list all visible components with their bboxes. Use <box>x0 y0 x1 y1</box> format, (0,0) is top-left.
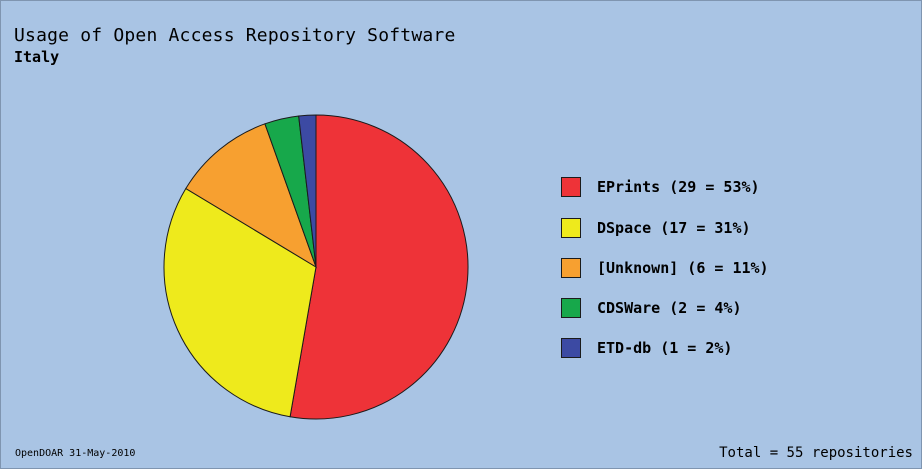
pie-chart <box>163 114 469 420</box>
total-repositories: Total = 55 repositories <box>719 445 913 461</box>
pie-slice-eprints <box>289 114 469 420</box>
legend-swatch-cdsware <box>561 298 581 318</box>
legend-label-cdsware: CDSWare (2 = 4%) <box>597 299 742 317</box>
legend-label-eprints: EPrints (29 = 53%) <box>597 178 760 196</box>
legend-swatch-unknown <box>561 258 581 278</box>
legend-swatch-eprints <box>561 177 581 197</box>
legend-item-dspace: DSpace (17 = 31%) <box>561 216 751 240</box>
legend-item-cdsware: CDSWare (2 = 4%) <box>561 296 742 320</box>
legend-item-etd-db: ETD-db (1 = 2%) <box>561 336 732 360</box>
legend-swatch-dspace <box>561 218 581 238</box>
legend-label-dspace: DSpace (17 = 31%) <box>597 219 751 237</box>
legend-item-eprints: EPrints (29 = 53%) <box>561 175 760 199</box>
legend-item-unknown: [Unknown] (6 = 11%) <box>561 256 769 280</box>
legend-swatch-etd-db <box>561 338 581 358</box>
source-note: OpenDOAR 31-May-2010 <box>15 448 136 459</box>
chart-panel: Usage of Open Access Repository Software… <box>0 0 922 469</box>
legend-label-etd-db: ETD-db (1 = 2%) <box>597 339 733 357</box>
legend-label-unknown: [Unknown] (6 = 11%) <box>597 259 769 277</box>
